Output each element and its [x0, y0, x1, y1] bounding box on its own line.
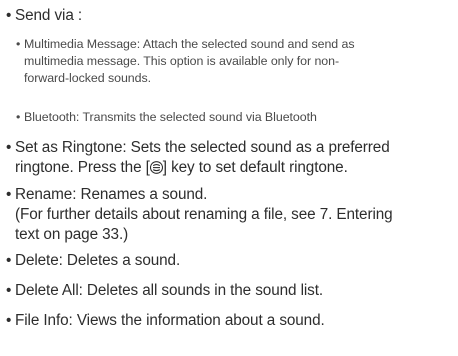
- delete-item: • Delete: Deletes a sound.: [6, 251, 450, 271]
- ringtone-line-2-end: ] key to set default ringtone.: [162, 159, 348, 176]
- ringtone-line-2: ringtone. Press the [ ] key to set defaul…: [15, 158, 450, 178]
- delete-all-line-1: Delete All: Deletes all sounds in the so…: [15, 282, 324, 299]
- bullet: •: [6, 282, 12, 299]
- delete-line-1: Delete: Deletes a sound.: [15, 252, 181, 269]
- bluetooth-line-1: Bluetooth: Transmits the selected sound …: [24, 110, 317, 124]
- ringtone-line-1: Set as Ringtone: Sets the selected sound…: [15, 139, 390, 156]
- bullet: •: [6, 312, 12, 329]
- sub-bullet: •: [16, 110, 21, 124]
- delete-all-item: • Delete All: Deletes all sounds in the …: [6, 281, 450, 301]
- bullet: •: [6, 139, 12, 156]
- set-as-ringtone-item: • Set as Ringtone: Sets the selected sou…: [6, 138, 450, 178]
- bullet: •: [6, 7, 12, 24]
- manual-page: • Send via : • Multimedia Message: Attac…: [0, 0, 458, 356]
- multimedia-line-3: forward-locked sounds.: [24, 71, 151, 85]
- bullet: •: [6, 252, 12, 269]
- menu-softkey-icon: [149, 161, 163, 174]
- rename-line-3: text on page 33.): [15, 226, 129, 243]
- multimedia-line-1: Multimedia Message: Attach the selected …: [24, 37, 355, 51]
- multimedia-line-2: multimedia message. This option is avail…: [24, 54, 340, 68]
- sub-bullet: •: [16, 37, 21, 51]
- bullet: •: [6, 186, 12, 203]
- ringtone-line-2-start: ringtone. Press the [: [15, 159, 150, 176]
- send-via-label: Send via :: [15, 7, 83, 24]
- send-via-multimedia-item: • Multimedia Message: Attach the selecte…: [16, 36, 452, 87]
- send-via-item: • Send via :: [6, 6, 450, 26]
- file-info-item: • File Info: Views the information about…: [6, 311, 450, 331]
- rename-item: • Rename: Renames a sound. (For further …: [6, 185, 450, 245]
- rename-line-1: Rename: Renames a sound.: [15, 186, 208, 203]
- send-via-bluetooth-item: • Bluetooth: Transmits the selected soun…: [16, 109, 452, 126]
- file-info-line-1: File Info: Views the information about a…: [15, 312, 325, 329]
- rename-line-2: (For further details about renaming a fi…: [15, 206, 393, 223]
